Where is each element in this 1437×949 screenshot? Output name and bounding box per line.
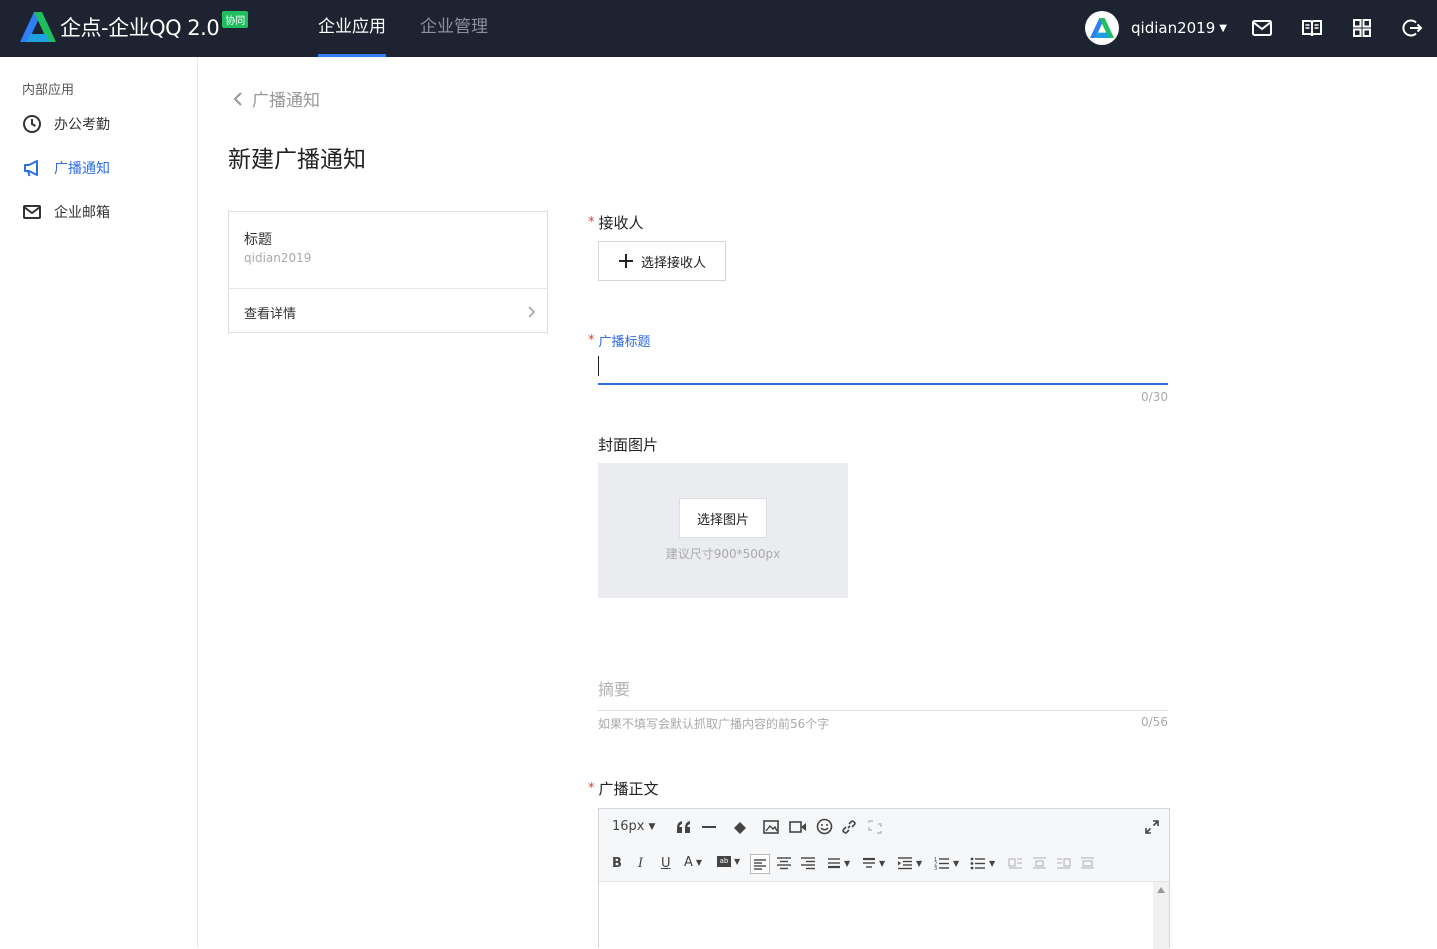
align-center-icon[interactable] — [776, 856, 792, 870]
link-icon[interactable] — [841, 819, 857, 835]
editor-toolbar-row-1: 16px ▼ — [599, 809, 1169, 846]
quote-icon[interactable] — [676, 820, 692, 834]
summary-input[interactable]: 摘要 — [598, 676, 1168, 711]
underline-icon[interactable]: U — [661, 856, 671, 871]
sidebar-item-label: 企业邮箱 — [54, 205, 110, 221]
sidebar-item-mail[interactable]: 企业邮箱 — [22, 202, 110, 222]
vertical-align-icon[interactable]: ▼ — [862, 856, 885, 870]
caret-down-icon[interactable]: ▼ — [1219, 23, 1227, 34]
float-right-icon[interactable] — [1056, 856, 1071, 870]
recipients-label-text: 接收人 — [598, 214, 644, 232]
video-icon[interactable] — [789, 819, 807, 835]
sidebar-item-label: 办公考勤 — [54, 117, 110, 133]
emoji-icon[interactable] — [816, 818, 833, 835]
required-mark: * — [588, 781, 595, 796]
clock-icon — [23, 115, 41, 133]
editor-toolbar-row-2: B I U A ▼ ab ▼ ▼ ▼ ▼ 1 2 3 ▼ ▼ — [599, 846, 1169, 882]
top-bar: 企点-企业QQ 2.0 协同 企业应用 企业管理 qidian2019 ▼ — [0, 0, 1437, 57]
chevron-right-icon[interactable] — [527, 306, 535, 318]
logout-icon[interactable] — [1401, 17, 1423, 39]
book-icon[interactable] — [1301, 17, 1323, 39]
cover-size-hint: 建议尺寸900*500px — [665, 547, 781, 561]
plus-icon — [618, 254, 633, 268]
cover-label: 封面图片 — [598, 436, 659, 454]
broadcast-title-label: * 广播标题 — [588, 331, 651, 350]
divider — [229, 288, 547, 289]
select-recipients-button[interactable]: 选择接收人 — [598, 241, 726, 281]
font-color-icon[interactable]: A ▼ — [684, 855, 702, 870]
required-mark: * — [588, 215, 595, 230]
summary-hint: 如果不填写会默认抓取广播内容的前56个字 — [598, 717, 830, 731]
page-title: 新建广播通知 — [228, 147, 366, 173]
sidebar-group-label: 内部应用 — [22, 83, 75, 98]
float-left-icon[interactable] — [1008, 856, 1023, 870]
select-image-button[interactable]: 选择图片 — [679, 498, 767, 538]
preview-card: 标题 qidian2019 查看详情 — [228, 211, 548, 333]
sidebar-item-attendance[interactable]: 办公考勤 — [22, 114, 110, 134]
chevron-down-icon: ▼ — [648, 821, 656, 832]
user-menu[interactable]: qidian2019 ▼ — [1085, 11, 1227, 45]
broadcast-title-field[interactable] — [598, 353, 1168, 385]
fullscreen-icon[interactable] — [1144, 819, 1160, 835]
format-clear-icon[interactable] — [732, 819, 748, 835]
cover-image-dropzone[interactable]: 选择图片 建议尺寸900*500px — [598, 463, 848, 598]
rich-text-editor: 16px ▼ B I U A ▼ ab ▼ ▼ ▼ ▼ 1 2 3 ▼ ▼ — [598, 808, 1170, 949]
app-logo[interactable]: 企点-企业QQ 2.0 协同 — [20, 10, 249, 42]
horizontal-rule-icon[interactable] — [702, 820, 716, 834]
font-size-select[interactable]: 16px ▼ — [612, 819, 655, 834]
tab-enterprise-management[interactable]: 企业管理 — [420, 0, 488, 57]
editor-content-area[interactable] — [599, 882, 1169, 949]
bold-icon[interactable]: B — [612, 856, 622, 871]
body-label: * 广播正文 — [588, 778, 659, 799]
unlink-icon[interactable] — [867, 819, 883, 835]
broadcast-title-input[interactable] — [598, 353, 1168, 383]
app-badge: 协同 — [222, 10, 249, 28]
mail-icon — [23, 205, 41, 219]
recipients-label: * 接收人 — [588, 212, 644, 233]
sidebar-item-broadcast[interactable]: 广播通知 — [22, 158, 110, 178]
scroll-up-icon[interactable] — [1157, 887, 1165, 893]
megaphone-icon — [24, 160, 38, 177]
mail-icon[interactable] — [1251, 17, 1273, 39]
body-label-text: 广播正文 — [598, 780, 659, 798]
align-left-icon[interactable] — [750, 854, 770, 874]
float-center-icon[interactable] — [1080, 856, 1095, 870]
select-recipients-label: 选择接收人 — [640, 255, 706, 271]
app-title: 企点-企业QQ 2.0 — [60, 16, 220, 40]
indent-icon[interactable]: ▼ — [897, 856, 922, 870]
qidian-logo-icon — [20, 12, 56, 42]
title-counter: 0/30 — [1141, 390, 1168, 404]
avatar-logo-icon — [1090, 18, 1114, 38]
float-none-icon[interactable] — [1032, 856, 1047, 870]
bullet-list-icon[interactable]: ▼ — [970, 856, 995, 870]
preview-title: 标题 — [244, 232, 272, 248]
preview-subtitle: qidian2019 — [244, 251, 312, 265]
apps-grid-icon[interactable] — [1351, 17, 1373, 39]
line-height-icon[interactable]: ▼ — [827, 856, 850, 870]
highlight-icon[interactable]: ab ▼ — [717, 856, 740, 867]
ordered-list-icon[interactable]: 1 2 3 ▼ — [934, 856, 959, 870]
back-label: 广播通知 — [252, 91, 320, 111]
svg-text:3: 3 — [934, 866, 937, 870]
text-cursor — [598, 356, 599, 376]
tab-enterprise-apps[interactable]: 企业应用 — [318, 0, 386, 57]
image-icon[interactable] — [763, 819, 779, 835]
font-size-value: 16px — [612, 819, 645, 834]
summary-counter: 0/56 — [1141, 715, 1168, 729]
italic-icon[interactable]: I — [638, 856, 643, 871]
username[interactable]: qidian2019 — [1131, 19, 1215, 37]
view-details-link[interactable]: 查看详情 — [244, 303, 296, 322]
avatar[interactable] — [1085, 11, 1119, 45]
chevron-left-icon — [233, 91, 242, 106]
back-link[interactable]: 广播通知 — [232, 86, 320, 111]
required-mark: * — [588, 333, 595, 348]
sidebar-item-label: 广播通知 — [54, 161, 110, 177]
broadcast-title-label-text: 广播标题 — [598, 335, 651, 350]
align-right-icon[interactable] — [800, 856, 816, 870]
sidebar: 内部应用 办公考勤 广播通知 企业邮箱 — [0, 57, 198, 948]
scrollbar[interactable] — [1153, 882, 1169, 949]
